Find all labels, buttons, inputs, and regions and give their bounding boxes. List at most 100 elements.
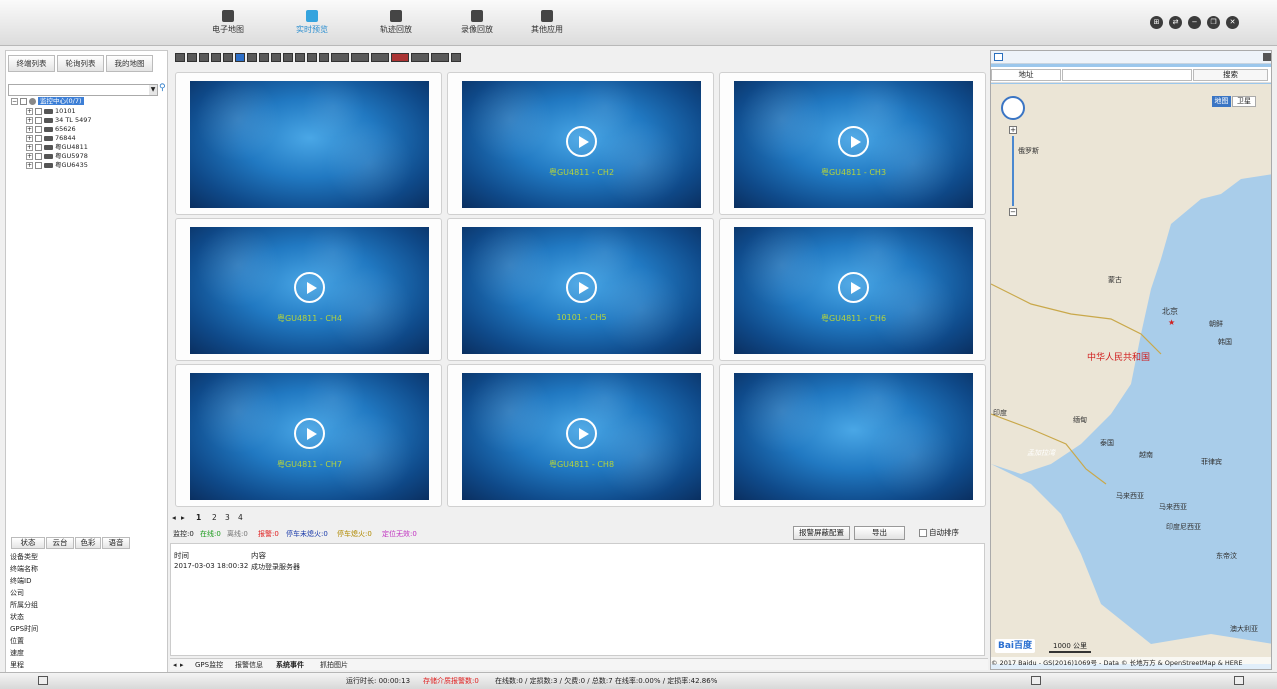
toggle-left-icon[interactable]: [38, 676, 48, 685]
zoom-slider[interactable]: [1012, 136, 1014, 206]
video-cell-4[interactable]: 粤GU4811 - CH4: [175, 218, 442, 361]
map-mode-icon[interactable]: [994, 53, 1003, 61]
volume-dropdown[interactable]: [391, 53, 409, 62]
page-tab-3[interactable]: 3: [225, 512, 230, 524]
snapshot-icon[interactable]: [307, 53, 317, 62]
video-view[interactable]: 粤GU4811 - CH6: [734, 227, 973, 354]
layout-10-icon[interactable]: [247, 53, 257, 62]
alarm-mask-config-button[interactable]: 报警屏蔽配置: [793, 526, 850, 540]
tree-node[interactable]: +10101: [26, 107, 76, 116]
export-button[interactable]: 导出: [854, 526, 905, 540]
prev-tab-icon[interactable]: ◂: [173, 659, 177, 671]
search-input[interactable]: [8, 84, 158, 96]
satellite-button[interactable]: 卫星: [1232, 96, 1256, 107]
checkbox[interactable]: [35, 116, 42, 124]
layout-9-icon[interactable]: [235, 53, 245, 62]
toggle-right-icon[interactable]: [1234, 676, 1244, 685]
layout-8-icon[interactable]: [223, 53, 233, 62]
play-icon[interactable]: [566, 418, 597, 449]
checkbox[interactable]: [35, 152, 42, 160]
switch-icon[interactable]: ⇄: [1169, 16, 1182, 29]
expand-icon[interactable]: +: [26, 143, 33, 151]
address-input[interactable]: [1062, 69, 1192, 81]
tab-alarm-info[interactable]: 报警信息: [235, 659, 263, 671]
fullscreen-icon[interactable]: [451, 53, 461, 62]
stream-dropdown[interactable]: [351, 53, 369, 62]
tab-snapshots[interactable]: 抓拍图片: [320, 659, 348, 671]
pan-control[interactable]: [1001, 96, 1025, 120]
video-cell-8[interactable]: 粤GU4811 - CH8: [447, 364, 714, 507]
page-tab-2[interactable]: 2: [212, 512, 217, 524]
video-view[interactable]: 粤GU4811 - CH8: [462, 373, 701, 500]
expand-icon[interactable]: +: [26, 152, 33, 160]
next-page-icon[interactable]: ▸: [181, 512, 185, 524]
tab-polling-list[interactable]: 轮询列表: [57, 55, 104, 72]
page-tab-4[interactable]: 4: [238, 512, 243, 524]
video-view[interactable]: 10101 - CH5: [462, 227, 701, 354]
checkbox[interactable]: [35, 107, 42, 115]
tree-node[interactable]: +65626: [26, 125, 76, 134]
nav-video-playback[interactable]: 录像回放: [447, 6, 507, 35]
play-icon[interactable]: [294, 272, 325, 303]
grid-icon[interactable]: ⊞: [1150, 16, 1163, 29]
layout-6-icon[interactable]: [211, 53, 221, 62]
nav-other-apps[interactable]: 其他应用: [517, 6, 577, 35]
video-view[interactable]: [734, 373, 973, 500]
checkbox[interactable]: [35, 161, 42, 169]
layout-2-icon[interactable]: [187, 53, 197, 62]
video-cell-7[interactable]: 粤GU4811 - CH7: [175, 364, 442, 507]
nav-live-preview[interactable]: 实时预览: [282, 6, 342, 35]
video-cell-3[interactable]: 粤GU4811 - CH3: [719, 72, 986, 215]
tree-node[interactable]: + 粤GU4811: [26, 143, 88, 152]
video-view[interactable]: 粤GU4811 - CH2: [462, 81, 701, 208]
tab-status[interactable]: 状态: [11, 537, 45, 549]
tab-ptz[interactable]: 云台: [46, 537, 74, 549]
tree-node[interactable]: +76844: [26, 134, 76, 143]
collapse-panel-icon[interactable]: [1263, 53, 1271, 61]
tree-node[interactable]: + 粤GU6435: [26, 161, 88, 170]
expand-icon[interactable]: +: [26, 116, 33, 124]
play-icon[interactable]: [838, 272, 869, 303]
video-view[interactable]: 粤GU4811 - CH4: [190, 227, 429, 354]
tab-terminal-list[interactable]: 终端列表: [8, 55, 55, 72]
video-view[interactable]: 粤GU4811 - CH7: [190, 373, 429, 500]
zoom-out-icon[interactable]: −: [1009, 208, 1017, 216]
capture-dropdown[interactable]: [371, 53, 389, 62]
layout-16-icon[interactable]: [271, 53, 281, 62]
video-cell-2[interactable]: 粤GU4811 - CH2: [447, 72, 714, 215]
play-dropdown[interactable]: [411, 53, 429, 62]
expand-icon[interactable]: +: [26, 161, 33, 169]
page-tab-1[interactable]: 1: [196, 512, 201, 524]
play-icon[interactable]: [838, 126, 869, 157]
video-view[interactable]: 粤GU4811 - CH3: [734, 81, 973, 208]
play-icon[interactable]: [566, 126, 597, 157]
layout-1-icon[interactable]: [175, 53, 185, 62]
tab-voice[interactable]: 语音: [102, 537, 130, 549]
next-tab-icon[interactable]: ▸: [180, 659, 184, 671]
tab-gps-monitor[interactable]: GPS监控: [195, 659, 223, 671]
tree-node[interactable]: +34 TL 5497: [26, 116, 92, 125]
checkbox[interactable]: [35, 134, 42, 142]
more-dropdown[interactable]: [431, 53, 449, 62]
prev-page-icon[interactable]: ◂: [172, 512, 176, 524]
layout-13-icon[interactable]: [259, 53, 269, 62]
chevron-down-icon[interactable]: ▼: [149, 85, 157, 95]
play-icon[interactable]: [294, 418, 325, 449]
tree-node[interactable]: + 粤GU5978: [26, 152, 88, 161]
checkbox[interactable]: [20, 97, 27, 105]
close-video-dropdown[interactable]: [331, 53, 349, 62]
nav-electronic-map[interactable]: 电子地图: [198, 6, 258, 35]
tab-system-events[interactable]: 系统事件: [276, 659, 304, 671]
toggle-bottom-icon[interactable]: [1031, 676, 1041, 685]
video-cell-6[interactable]: 粤GU4811 - CH6: [719, 218, 986, 361]
layout-36-icon[interactable]: [295, 53, 305, 62]
layout-25-icon[interactable]: [283, 53, 293, 62]
checkbox[interactable]: [35, 143, 42, 151]
nav-track-playback[interactable]: 轨迹回放: [366, 6, 426, 35]
record-icon[interactable]: [319, 53, 329, 62]
map-canvas[interactable]: + − 地图 卫星 俄罗斯 蒙古 北京 ★ 中华人民共和国 朝鲜 韩国 印度 缅…: [991, 84, 1271, 664]
tab-my-map[interactable]: 我的地图: [106, 55, 153, 72]
auto-sort-checkbox[interactable]: [919, 529, 927, 537]
play-icon[interactable]: [566, 272, 597, 303]
checkbox[interactable]: [35, 125, 42, 133]
